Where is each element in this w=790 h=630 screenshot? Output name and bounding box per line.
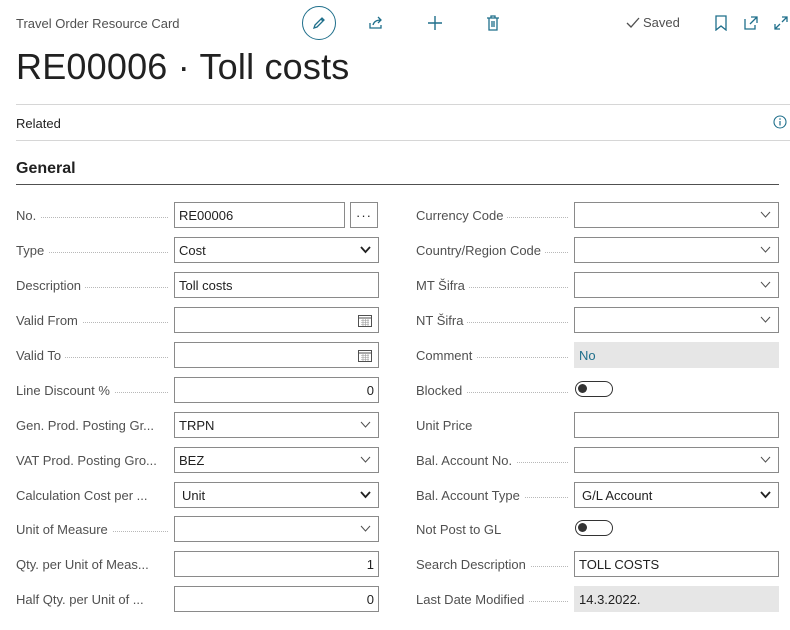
search-description-label: Search Description xyxy=(416,557,574,572)
half-qty-per-unit-label: Half Qty. per Unit of ... xyxy=(16,592,174,607)
type-select[interactable]: Cost xyxy=(174,237,379,263)
type-label: Type xyxy=(16,243,174,258)
expand-icon xyxy=(774,16,788,30)
not-post-to-gl-toggle[interactable] xyxy=(575,520,613,536)
comment-link[interactable]: No xyxy=(579,348,775,363)
bookmark-icon xyxy=(715,15,727,31)
vat-prod-posting-group-label: VAT Prod. Posting Gro... xyxy=(16,453,174,468)
share-icon xyxy=(369,16,382,29)
calculation-cost-per-select[interactable]: Unit xyxy=(174,482,379,508)
line-discount-label: Line Discount % xyxy=(16,383,174,398)
calendar-icon[interactable] xyxy=(358,314,372,327)
mt-sifra-field[interactable] xyxy=(574,272,779,298)
qty-per-unit-of-measure-field[interactable]: 1 xyxy=(174,551,379,577)
currency-code-field[interactable] xyxy=(574,202,779,228)
group-underline xyxy=(16,184,779,185)
save-status: Saved xyxy=(626,15,680,30)
unit-price-field[interactable] xyxy=(574,412,779,438)
line-discount-field[interactable]: 0 xyxy=(174,377,379,403)
blocked-label: Blocked xyxy=(416,383,574,398)
open-window-icon xyxy=(744,16,758,30)
pencil-icon xyxy=(312,17,325,30)
unit-of-measure-label: Unit of Measure xyxy=(16,522,174,537)
valid-to-label: Valid To xyxy=(16,348,174,363)
half-qty-per-unit-field[interactable]: 0 xyxy=(174,586,379,612)
bal-account-type-label: Bal. Account Type xyxy=(416,488,574,503)
chevron-down-icon xyxy=(760,281,771,288)
saved-label: Saved xyxy=(643,15,680,30)
gen-prod-posting-group-field[interactable]: TRPN xyxy=(174,412,379,438)
gen-prod-posting-group-label: Gen. Prod. Posting Gr... xyxy=(16,418,174,433)
chevron-down-icon xyxy=(760,211,771,218)
divider xyxy=(16,104,790,105)
related-menu[interactable]: Related xyxy=(16,116,61,131)
chevron-down-icon xyxy=(760,246,771,253)
last-date-modified-label: Last Date Modified xyxy=(416,592,574,607)
nt-sifra-label: NT Šifra xyxy=(416,313,574,328)
unit-price-label: Unit Price xyxy=(416,418,574,433)
bookmark-button[interactable] xyxy=(704,6,738,40)
new-button[interactable] xyxy=(418,6,452,40)
chevron-down-icon xyxy=(360,456,371,463)
share-button[interactable] xyxy=(359,6,393,40)
valid-from-label: Valid From xyxy=(16,313,174,328)
blocked-toggle[interactable] xyxy=(575,381,613,397)
chevron-down-icon xyxy=(360,525,371,532)
chevron-down-icon xyxy=(760,456,771,463)
chevron-down-icon xyxy=(360,246,371,254)
info-icon[interactable] xyxy=(773,115,787,129)
trash-icon xyxy=(487,15,499,31)
description-field[interactable]: Toll costs xyxy=(174,272,379,298)
top-bar: Travel Order Resource Card Saved xyxy=(0,0,790,46)
country-region-code-field[interactable] xyxy=(574,237,779,263)
edit-button[interactable] xyxy=(302,6,336,40)
bal-account-no-label: Bal. Account No. xyxy=(416,453,574,468)
divider xyxy=(16,140,790,141)
no-label: No. xyxy=(16,208,174,223)
chevron-down-icon xyxy=(760,491,771,499)
plus-icon xyxy=(428,16,442,30)
valid-from-field[interactable] xyxy=(174,307,379,333)
chevron-down-icon xyxy=(760,316,771,323)
bal-account-no-field[interactable] xyxy=(574,447,779,473)
open-new-window-button[interactable] xyxy=(734,6,768,40)
group-title-general[interactable]: General xyxy=(16,160,76,178)
valid-to-field[interactable] xyxy=(174,342,379,368)
country-region-code-label: Country/Region Code xyxy=(416,243,574,258)
mt-sifra-label: MT Šifra xyxy=(416,278,574,293)
no-field[interactable]: RE00006 xyxy=(174,202,345,228)
comment-field[interactable]: No xyxy=(574,342,779,368)
page-title: RE00006 · Toll costs xyxy=(16,46,350,87)
no-assist-button[interactable]: ··· xyxy=(350,202,378,228)
unit-of-measure-field[interactable] xyxy=(174,516,379,542)
nt-sifra-field[interactable] xyxy=(574,307,779,333)
currency-code-label: Currency Code xyxy=(416,208,574,223)
description-label: Description xyxy=(16,278,174,293)
comment-label: Comment xyxy=(416,348,574,363)
calendar-icon[interactable] xyxy=(358,349,372,362)
not-post-to-gl-label: Not Post to GL xyxy=(416,522,574,537)
checkmark-icon xyxy=(626,17,640,28)
chevron-down-icon xyxy=(360,421,371,428)
qty-per-unit-of-measure-label: Qty. per Unit of Meas... xyxy=(16,557,174,572)
expand-button[interactable] xyxy=(764,6,790,40)
calculation-cost-per-label: Calculation Cost per ... xyxy=(16,488,174,503)
bal-account-type-select[interactable]: G/L Account xyxy=(574,482,779,508)
chevron-down-icon xyxy=(360,491,371,499)
vat-prod-posting-group-field[interactable]: BEZ xyxy=(174,447,379,473)
last-date-modified-field: 14.3.2022. xyxy=(574,586,779,612)
page-type-caption: Travel Order Resource Card xyxy=(16,16,180,31)
search-description-field[interactable]: TOLL COSTS xyxy=(574,551,779,577)
delete-button[interactable] xyxy=(476,6,510,40)
